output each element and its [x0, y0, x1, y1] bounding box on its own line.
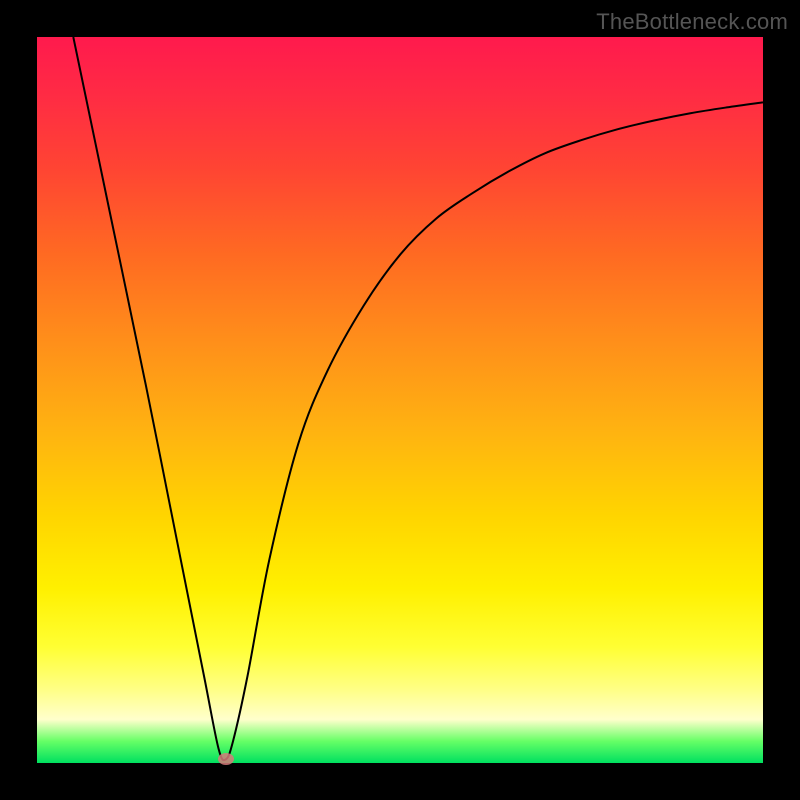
bottleneck-curve	[37, 37, 763, 763]
minimum-marker	[218, 753, 234, 765]
chart-frame: TheBottleneck.com	[0, 0, 800, 800]
plot-area	[37, 37, 763, 763]
watermark-text: TheBottleneck.com	[596, 9, 788, 35]
